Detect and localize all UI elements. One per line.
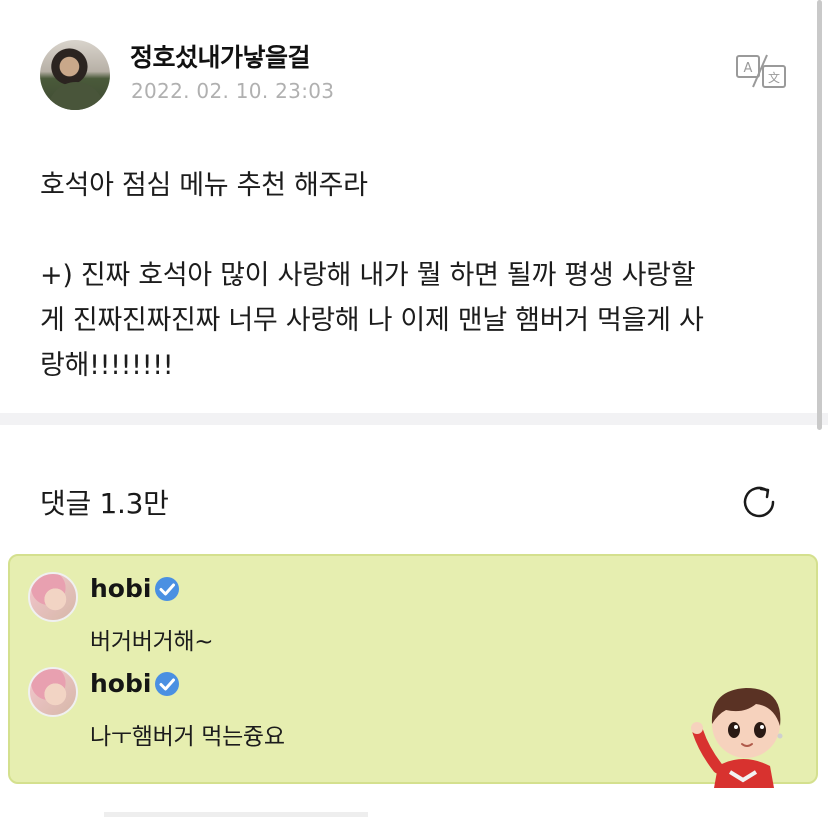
post-line: 게 진짜진짜진짜 너무 사랑해 나 이제 맨날 햄버거 먹을게 사: [40, 305, 704, 336]
reply-author[interactable]: hobi: [90, 669, 151, 698]
reply-text: 나ㅜ햄버거 먹는즁요: [90, 724, 285, 750]
refresh-icon[interactable]: [740, 482, 780, 522]
translate-icon[interactable]: A 文: [736, 53, 786, 89]
svg-text:A: A: [744, 61, 753, 76]
author-name[interactable]: 정호섰내가낳을걸: [130, 38, 311, 74]
comments-count-title: 댓글 1.3만: [40, 487, 169, 520]
reply-avatar[interactable]: [28, 572, 78, 622]
post-line: 랑해!!!!!!!!: [40, 350, 174, 381]
post-date: 2022. 02. 10. 23:03: [131, 79, 335, 103]
character-sticker-icon: [688, 680, 798, 788]
post-header: 정호섰내가낳을걸 2022. 02. 10. 23:03 A 文: [0, 0, 828, 130]
reply-author[interactable]: hobi: [90, 574, 151, 603]
reply-avatar[interactable]: [28, 667, 78, 717]
post-body: 호석아 점심 메뉴 추천 해주라 +) 진짜 호석아 많이 사랑해 내가 뭘 하…: [40, 163, 800, 388]
post-line: 호석아 점심 메뉴 추천 해주라: [40, 170, 368, 201]
verified-badge-icon: [154, 576, 180, 602]
verified-badge-icon: [154, 671, 180, 697]
comments-header: 댓글 1.3만: [0, 470, 828, 530]
svg-text:文: 文: [768, 70, 780, 85]
bottom-divider: [104, 812, 368, 817]
author-avatar[interactable]: [40, 40, 110, 110]
section-divider: [0, 413, 828, 425]
scrollbar[interactable]: [817, 0, 822, 430]
reply-item[interactable]: hobi 버거버거해~: [10, 556, 820, 655]
post-line: +) 진짜 호석아 많이 사랑해 내가 뭘 하면 될까 평생 사랑할: [40, 260, 696, 291]
